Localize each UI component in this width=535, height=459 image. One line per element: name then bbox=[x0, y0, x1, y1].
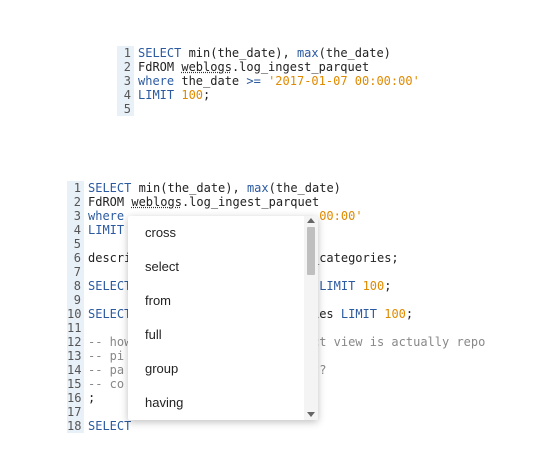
code-token: the_date bbox=[181, 74, 247, 88]
code-token: 100 bbox=[181, 88, 204, 102]
code-line[interactable]: 2 FdROM weblogs.log_ingest_parquet bbox=[117, 60, 417, 74]
code-text[interactable]: LIMIT 100; bbox=[134, 88, 210, 102]
code-token: -- pi bbox=[88, 349, 125, 363]
code-token: LIMIT bbox=[138, 88, 182, 102]
line-number: 16 bbox=[67, 391, 84, 405]
line-number: 1 bbox=[67, 181, 84, 195]
line-number: 15 bbox=[67, 377, 84, 391]
scroll-up-arrow-icon[interactable] bbox=[307, 218, 315, 223]
line-number: 12 bbox=[67, 335, 84, 349]
autocomplete-item[interactable]: full bbox=[128, 318, 318, 352]
code-token: SELECT bbox=[138, 46, 189, 60]
code-text[interactable]: -- co bbox=[84, 377, 124, 391]
code-token: weblogs bbox=[181, 60, 232, 74]
code-token: where bbox=[88, 209, 132, 223]
line-number: 17 bbox=[67, 405, 84, 419]
line-number: 2 bbox=[117, 60, 134, 74]
code-text[interactable] bbox=[84, 405, 88, 419]
autocomplete-item[interactable]: cross bbox=[128, 216, 318, 250]
code-line[interactable]: 2 FdROM weblogs.log_ingest_parquet bbox=[67, 195, 517, 209]
code-text[interactable]: FdROM weblogs.log_ingest_parquet bbox=[84, 195, 319, 209]
code-token: .log_ingest_parquet bbox=[181, 195, 320, 209]
autocomplete-item[interactable]: group bbox=[128, 352, 318, 386]
code-token: min(the_date), bbox=[138, 181, 247, 195]
autocomplete-item[interactable]: select bbox=[128, 250, 318, 284]
code-text[interactable]: ; bbox=[84, 391, 95, 405]
code-token: SELECT bbox=[88, 419, 132, 433]
code-token: LIMIT bbox=[319, 279, 363, 293]
dropdown-scrollbar[interactable] bbox=[304, 216, 318, 420]
line-number: 3 bbox=[67, 209, 84, 223]
code-text[interactable] bbox=[84, 237, 88, 251]
code-token: -- co bbox=[88, 377, 125, 391]
code-text[interactable]: SELECT min(the_date), max(the_date) bbox=[134, 46, 391, 60]
code-text[interactable] bbox=[84, 293, 88, 307]
code-token: min(the_date), bbox=[188, 46, 297, 60]
code-token: max bbox=[246, 181, 269, 195]
code-text[interactable]: -- pi bbox=[84, 349, 124, 363]
code-token: SELECT bbox=[88, 307, 132, 321]
code-token: weblogs bbox=[131, 195, 182, 209]
code-line[interactable]: 4 LIMIT 100; bbox=[117, 88, 417, 102]
line-number: 1 bbox=[117, 46, 134, 60]
code-token: ; bbox=[405, 307, 414, 321]
scroll-down-arrow-icon[interactable] bbox=[307, 412, 315, 417]
code-text[interactable]: LIMIT bbox=[84, 223, 124, 237]
code-token: FdROM bbox=[88, 195, 132, 209]
code-line[interactable]: 1 SELECT min(the_date), max(the_date) bbox=[67, 181, 517, 195]
line-number: 18 bbox=[67, 419, 84, 433]
line-number: 6 bbox=[67, 251, 84, 265]
line-number: 2 bbox=[67, 195, 84, 209]
code-text[interactable] bbox=[134, 102, 138, 116]
code-token: (the_date) bbox=[268, 181, 341, 195]
code-token: max bbox=[296, 46, 319, 60]
line-number: 4 bbox=[67, 223, 84, 237]
line-number: 4 bbox=[117, 88, 134, 102]
line-number: 10 bbox=[67, 307, 84, 321]
code-text[interactable]: FdROM weblogs.log_ingest_parquet bbox=[134, 60, 369, 74]
line-number: 3 bbox=[117, 74, 134, 88]
scrollbar-thumb[interactable] bbox=[307, 227, 315, 275]
code-token: 100 bbox=[384, 307, 406, 321]
code-token: .log_ingest_parquet bbox=[231, 60, 370, 74]
code-token: (the_date) bbox=[318, 46, 391, 60]
line-number: 14 bbox=[67, 363, 84, 377]
line-number: 11 bbox=[67, 321, 84, 335]
code-token: LIMIT bbox=[340, 307, 385, 321]
code-token: SELECT bbox=[88, 279, 132, 293]
code-line[interactable]: 3 where the_date >= '2017-01-07 00:00:00' bbox=[117, 74, 417, 88]
line-number: 13 bbox=[67, 349, 84, 363]
code-token: FdROM bbox=[138, 60, 182, 74]
code-token: ; bbox=[384, 279, 392, 293]
code-text[interactable] bbox=[84, 321, 88, 335]
code-token: >= bbox=[246, 74, 269, 88]
code-token: LIMIT bbox=[88, 223, 125, 237]
code-text[interactable]: SELECT min(the_date), max(the_date) bbox=[84, 181, 341, 195]
sql-editor-preview[interactable]: 1 SELECT min(the_date), max(the_date) 2 FdR… bbox=[117, 46, 417, 116]
code-token: ; bbox=[88, 391, 96, 405]
code-token: 100 bbox=[362, 279, 385, 293]
code-token: ; bbox=[203, 88, 211, 102]
code-token: 00:00' bbox=[319, 209, 363, 223]
line-number: 7 bbox=[67, 265, 84, 279]
code-token: SELECT bbox=[88, 181, 139, 195]
code-line[interactable]: 5 bbox=[117, 102, 417, 116]
code-token: where bbox=[138, 74, 182, 88]
code-text[interactable]: where the_date >= '2017-01-07 00:00:00' bbox=[134, 74, 417, 88]
code-line[interactable]: 18 SELECT bbox=[67, 419, 517, 433]
line-number: 9 bbox=[67, 293, 84, 307]
autocomplete-dropdown[interactable]: cross select from full group having bbox=[128, 216, 318, 420]
code-line[interactable]: 1 SELECT min(the_date), max(the_date) bbox=[117, 46, 417, 60]
code-text[interactable]: SELECT bbox=[84, 419, 131, 433]
code-token: '2017-01-07 00:00:00' bbox=[268, 74, 417, 88]
line-number: 5 bbox=[67, 237, 84, 251]
code-text[interactable] bbox=[84, 265, 88, 279]
autocomplete-item[interactable]: having bbox=[128, 386, 318, 420]
line-number: 5 bbox=[117, 102, 134, 116]
line-number: 8 bbox=[67, 279, 84, 293]
autocomplete-item[interactable]: from bbox=[128, 284, 318, 318]
